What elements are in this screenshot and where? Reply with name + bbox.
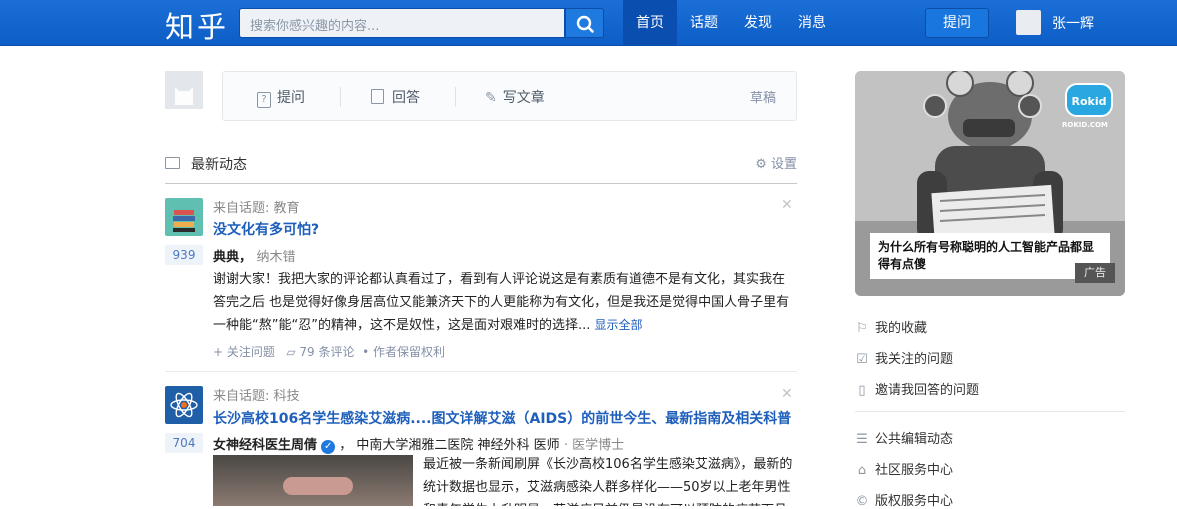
copyright-center-link[interactable]: © 版权服务中心: [855, 490, 954, 509]
author-name[interactable]: 典典: [213, 250, 239, 265]
home-icon: ⌂: [857, 463, 867, 478]
item-divider: [165, 371, 797, 372]
zhihu-logo[interactable]: 知乎: [165, 4, 229, 46]
author-bio: 中南大学湘雅二医院 神经外科 医师: [356, 438, 560, 453]
my-collections-label: 我的收藏: [875, 321, 928, 336]
sidebar-ad[interactable]: Rokid ROKID.COM 为什么所有号称聪明的人工智能产品都显得有点傻 广…: [855, 71, 1125, 296]
vote-count[interactable]: 704: [165, 433, 203, 453]
item-source[interactable]: 来自话题: 教育: [213, 197, 300, 216]
answer-thumbnail[interactable]: [213, 455, 413, 506]
followed-questions-label: 我关注的问题: [875, 352, 954, 367]
search-button[interactable]: [565, 8, 604, 38]
invited-questions-label: 邀请我回答的问题: [875, 383, 980, 398]
ad-tag: 广告: [1075, 263, 1115, 283]
community-center-label: 社区服务中心: [875, 463, 954, 478]
nav-topics[interactable]: 话题: [677, 0, 731, 46]
answer-meta: + 关注问题 ▱ 79 条评论 • 作者保留权利: [213, 345, 446, 359]
question-title[interactable]: 长沙高校106名学生感染艾滋病....图文详解艾滋（AIDS）的前世今生、最新指…: [213, 408, 791, 428]
my-avatar: [165, 71, 203, 109]
composer-ask-label: 提问: [277, 90, 305, 106]
author-name[interactable]: 女神经科医生周倩: [213, 438, 317, 453]
topic-education-image[interactable]: [165, 198, 203, 236]
top-navbar: 知乎 搜索你感兴趣的内容... 首页 话题 发现 消息 提问 张一辉: [0, 0, 1177, 46]
composer-answer-label: 回答: [392, 90, 420, 106]
comment-icon: ▱: [286, 345, 296, 359]
public-edit-link[interactable]: ☰ 公共编辑动态: [855, 428, 953, 447]
search-icon: [576, 15, 594, 33]
composer-ask[interactable]: ? 提问: [257, 87, 305, 108]
show-all-link[interactable]: 显示全部: [594, 318, 642, 332]
my-collections-link[interactable]: ⚐ 我的收藏: [855, 317, 927, 336]
invited-questions-link[interactable]: ▯ 邀请我回答的问题: [855, 379, 979, 398]
follow-question-button[interactable]: + 关注问题: [213, 345, 275, 359]
user-name[interactable]: 张一辉: [1052, 13, 1094, 33]
close-icon[interactable]: ✕: [781, 197, 793, 213]
verified-icon: ✓: [321, 440, 336, 454]
comments-link[interactable]: 79 条评论: [299, 345, 354, 359]
question-icon: ?: [257, 92, 271, 108]
drafts-link[interactable]: 草稿: [750, 87, 776, 106]
answer-summary[interactable]: 最近被一条新闻刷屏《长沙高校106名学生感染艾滋病》，最新的统计数据也显示，艾滋…: [423, 453, 795, 506]
nav-messages[interactable]: 消息: [785, 0, 839, 46]
feed-settings-link[interactable]: ⚙ 设置: [755, 153, 797, 172]
feed-header: 最新动态 ⚙ 设置: [165, 152, 797, 184]
rokid-logo: Rokid: [1065, 83, 1113, 117]
followed-questions-link[interactable]: ☑ 我关注的问题: [855, 348, 953, 367]
nav-discover[interactable]: 发现: [731, 0, 785, 46]
vote-count[interactable]: 939: [165, 245, 203, 265]
copyright-icon: ©: [855, 494, 869, 509]
feed-title: 最新动态: [191, 157, 247, 173]
feed-settings-label: 设置: [770, 157, 797, 172]
user-avatar[interactable]: [1016, 10, 1041, 35]
copyright-center-label: 版权服务中心: [875, 494, 954, 509]
question-title[interactable]: 没文化有多可怕?: [213, 219, 319, 239]
gear-icon: ⚙: [755, 157, 767, 172]
community-center-link[interactable]: ⌂ 社区服务中心: [855, 459, 953, 478]
topic-tech-image[interactable]: [165, 386, 203, 424]
answer-summary[interactable]: 谢谢大家！我把大家的评论都认真看过了，看到有人评论说这是有素质有道德不是有文化，…: [213, 268, 793, 337]
composer-write-label: 写文章: [502, 90, 545, 106]
sidebar-divider: [855, 411, 1125, 412]
rights-label: 作者保留权利: [373, 345, 446, 359]
answer-author: 女神经科医生周倩 ✓ ， 中南大学湘雅二医院 神经外科 医师 · 医学博士: [213, 438, 625, 454]
answer-summary-text: 谢谢大家！我把大家的评论都认真看过了，看到有人评论说这是有素质有道德不是有文化，…: [213, 272, 790, 333]
author-degree: 医学博士: [572, 438, 625, 453]
composer-write[interactable]: ✎ 写文章: [485, 87, 545, 107]
bookmark-icon: ⚐: [856, 321, 868, 336]
edit-icon: ✎: [485, 90, 497, 106]
list-icon: ☰: [856, 432, 868, 447]
composer-divider: [340, 87, 341, 107]
rokid-url: ROKID.COM: [1062, 121, 1108, 129]
ad-caption[interactable]: 为什么所有号称聪明的人工智能产品都显得有点傻: [870, 233, 1110, 279]
close-icon[interactable]: ✕: [781, 386, 793, 402]
ask-question-button[interactable]: 提问: [925, 8, 989, 38]
document-icon: ▯: [858, 383, 866, 398]
list-icon: [165, 157, 180, 169]
composer-bar: ? 提问 回答 ✎ 写文章 草稿: [222, 71, 797, 121]
composer-answer[interactable]: 回答: [371, 87, 420, 107]
author-bio: 纳木错: [256, 250, 296, 265]
item-source[interactable]: 来自话题: 科技: [213, 385, 300, 404]
search-input[interactable]: 搜索你感兴趣的内容...: [239, 8, 565, 38]
public-edit-label: 公共编辑动态: [875, 432, 954, 447]
answer-icon: [371, 89, 384, 104]
nav-home[interactable]: 首页: [623, 0, 677, 46]
checkbox-icon: ☑: [856, 352, 868, 367]
answer-author: 典典， 纳木错: [213, 250, 296, 265]
default-avatar-icon: [175, 87, 193, 105]
composer-divider: [455, 87, 456, 107]
